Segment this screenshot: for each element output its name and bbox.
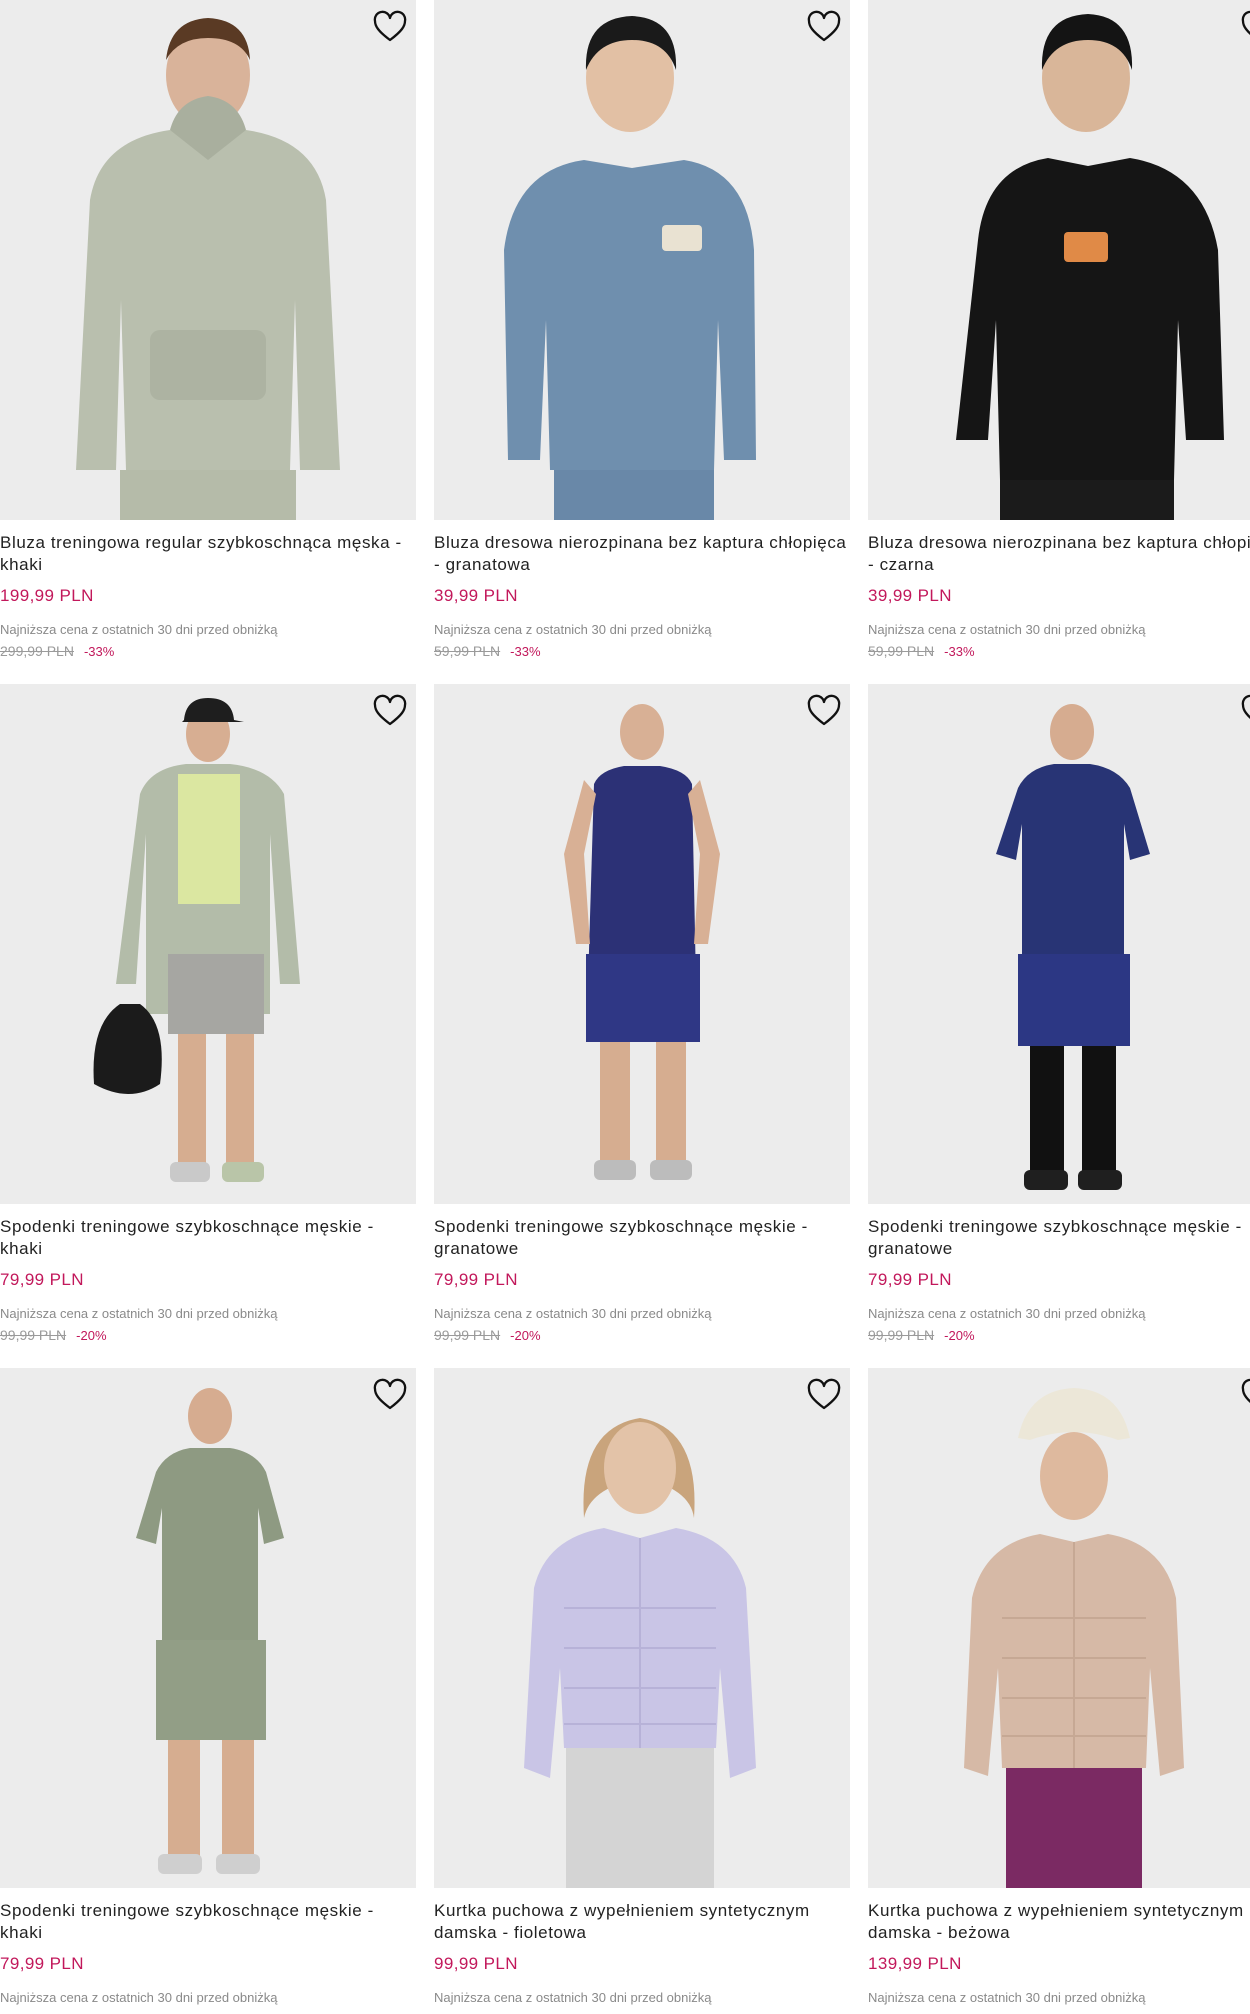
old-price: 99,99 PLN [0,1327,67,1343]
wishlist-button[interactable] [806,694,842,728]
product-card[interactable]: Spodenki treningowe szybkoschnące męskie… [868,684,1250,1354]
heart-outline-icon [373,10,407,42]
heart-outline-icon [373,694,407,726]
heart-outline-icon [807,694,841,726]
product-photo-figure [956,14,1224,520]
product-name[interactable]: Spodenki treningowe szybkoschnące męskie… [0,1216,416,1260]
product-name[interactable]: Kurtka puchowa z wypełnieniem syntetyczn… [868,1900,1250,1944]
lowest-price-label: Najniższa cena z ostatnich 30 dni przed … [434,1306,712,1321]
product-price: 199,99 PLN [0,586,94,605]
heart-outline-icon [807,1378,841,1410]
wishlist-button[interactable] [806,1378,842,1412]
product-card[interactable]: Bluza treningowa regular szybkoschnąca m… [0,0,416,670]
heart-outline-icon [373,1378,407,1410]
wishlist-button[interactable] [1240,10,1250,44]
wishlist-button[interactable] [372,694,408,728]
product-photo-figure [93,698,300,1182]
discount-badge: -33% [510,644,541,659]
product-image[interactable] [434,0,850,520]
product-price: 39,99 PLN [434,586,518,605]
lowest-price-label: Najniższa cena z ostatnich 30 dni przed … [868,1306,1146,1321]
product-photo-figure [504,16,756,520]
product-card[interactable]: Spodenki treningowe szybkoschnące męskie… [0,1368,416,2014]
old-price-row: 99,99 PLN -20% [0,1327,107,1343]
wishlist-button[interactable] [1240,1378,1250,1412]
product-card[interactable]: Bluza dresowa nierozpinana bez kaptura c… [868,0,1250,670]
wishlist-button[interactable] [1240,694,1250,728]
old-price-row: 59,99 PLN -33% [434,643,541,659]
discount-badge: -20% [944,1328,975,1343]
old-price-row: 99,99 PLN -20% [434,1327,541,1343]
heart-outline-icon [1241,694,1250,719]
lowest-price-label: Najniższa cena z ostatnich 30 dni przed … [0,622,278,637]
product-name[interactable]: Spodenki treningowe szybkoschnące męskie… [0,1900,416,1944]
discount-badge: -33% [944,644,975,659]
product-name[interactable]: Bluza dresowa nierozpinana bez kaptura c… [868,532,1250,576]
product-price: 79,99 PLN [0,1270,84,1289]
product-image[interactable] [0,1368,416,1888]
discount-badge: -33% [83,644,115,659]
product-price: 139,99 PLN [868,1954,962,1973]
product-price: 79,99 PLN [0,1954,84,1973]
discount-badge: -20% [76,1328,107,1343]
product-image[interactable] [434,1368,850,1888]
lowest-price-label: Najniższa cena z ostatnich 30 dni przed … [434,622,712,637]
heart-outline-icon [807,10,841,42]
product-name[interactable]: Kurtka puchowa z wypełnieniem syntetyczn… [434,1900,850,1944]
old-price-row: 59,99 PLN -33% [868,643,975,659]
product-name[interactable]: Bluza dresowa nierozpinana bez kaptura c… [434,532,850,576]
product-name[interactable]: Spodenki treningowe szybkoschnące męskie… [434,1216,850,1260]
old-price: 99,99 PLN [868,1327,935,1343]
product-price: 39,99 PLN [868,586,952,605]
product-image[interactable] [868,684,1250,1204]
product-photo-figure [76,18,340,520]
product-card[interactable]: Kurtka puchowa z wypełnieniem syntetyczn… [868,1368,1250,2014]
lowest-price-label: Najniższa cena z ostatnich 30 dni przed … [868,1990,1146,2005]
product-image[interactable] [868,1368,1250,1888]
product-grid: Bluza treningowa regular szybkoschnąca m… [0,0,1250,2014]
wishlist-button[interactable] [806,10,842,44]
old-price-row: 99,99 PLN -20% [868,1327,975,1343]
old-price: 59,99 PLN [868,643,935,659]
product-image[interactable] [0,684,416,1204]
product-price: 79,99 PLN [434,1270,518,1289]
product-image[interactable] [0,0,416,520]
product-price: 79,99 PLN [868,1270,952,1289]
heart-outline-icon [1241,1378,1250,1403]
old-price: 99,99 PLN [434,1327,501,1343]
product-card[interactable]: Spodenki treningowe szybkoschnące męskie… [0,684,416,1354]
product-photo-figure [136,1388,284,1874]
old-price: 59,99 PLN [434,643,501,659]
heart-outline-icon [1241,10,1250,35]
old-price: 299,99 PLN [0,643,74,659]
product-image[interactable] [868,0,1250,520]
product-photo-figure [996,704,1150,1190]
lowest-price-label: Najniższa cena z ostatnich 30 dni przed … [868,622,1146,637]
product-card[interactable]: Bluza dresowa nierozpinana bez kaptura c… [434,0,850,670]
lowest-price-label: Najniższa cena z ostatnich 30 dni przed … [434,1990,712,2005]
wishlist-button[interactable] [372,1378,408,1412]
product-photo-figure [524,1418,756,1888]
discount-badge: -20% [510,1328,541,1343]
product-photo-figure [964,1388,1184,1888]
product-name[interactable]: Bluza treningowa regular szybkoschnąca m… [0,532,416,576]
product-image[interactable] [434,684,850,1204]
product-photo-figure [564,704,720,1180]
lowest-price-label: Najniższa cena z ostatnich 30 dni przed … [0,1990,278,2005]
product-name[interactable]: Spodenki treningowe szybkoschnące męskie… [868,1216,1250,1260]
lowest-price-label: Najniższa cena z ostatnich 30 dni przed … [0,1306,278,1321]
old-price-row: 299,99 PLN -33% [0,643,114,659]
product-card[interactable]: Spodenki treningowe szybkoschnące męskie… [434,684,850,1354]
product-price: 99,99 PLN [434,1954,518,1973]
product-card[interactable]: Kurtka puchowa z wypełnieniem syntetyczn… [434,1368,850,2014]
wishlist-button[interactable] [372,10,408,44]
